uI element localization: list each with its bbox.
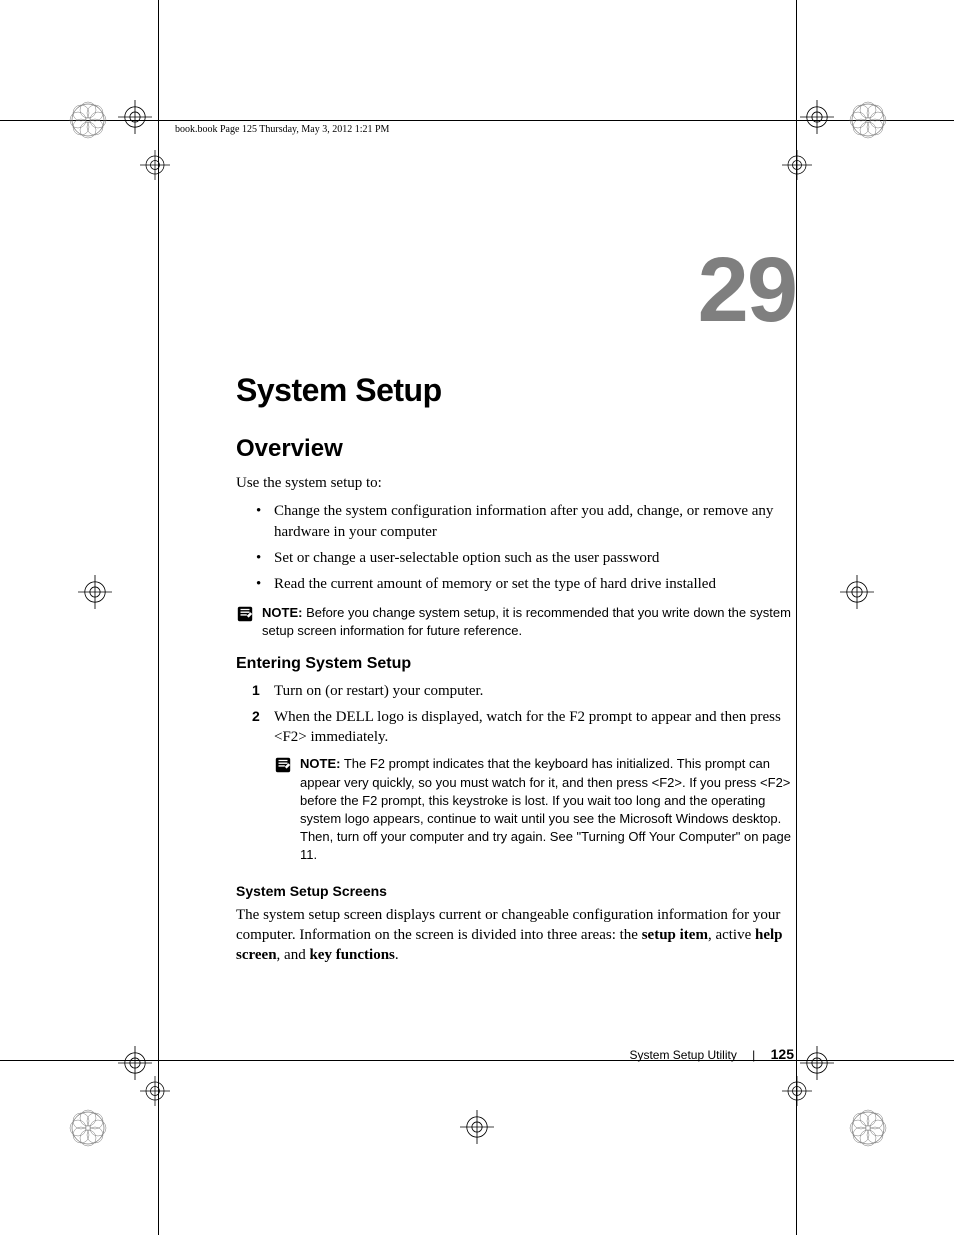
- registration-icon: [118, 100, 152, 134]
- registration-icon: [800, 100, 834, 134]
- rosette-icon: [848, 100, 888, 140]
- registration-icon: [840, 575, 874, 609]
- page-content: 29 System Setup Overview Use the system …: [236, 244, 796, 973]
- screens-paragraph: The system setup screen displays current…: [236, 905, 796, 966]
- note-label: NOTE:: [262, 605, 302, 620]
- subheading-screens: System Setup Screens: [236, 883, 796, 899]
- rosette-icon: [848, 1108, 888, 1148]
- chapter-number: 29: [236, 244, 796, 336]
- chapter-title: System Setup: [236, 372, 796, 409]
- step-item: Turn on (or restart) your computer.: [274, 681, 796, 701]
- note-icon: [274, 756, 292, 774]
- section-overview: Overview: [236, 435, 796, 463]
- crop-line-left: [158, 0, 159, 1235]
- registration-icon: [78, 575, 112, 609]
- rosette-icon: [68, 1108, 108, 1148]
- registration-icon: [118, 1046, 152, 1080]
- rosette-icon: [68, 100, 108, 140]
- overview-intro: Use the system setup to:: [236, 473, 796, 493]
- note-body: Before you change system setup, it is re…: [262, 605, 791, 638]
- page-footer: System Setup Utility | 125: [629, 1046, 794, 1062]
- running-header: book.book Page 125 Thursday, May 3, 2012…: [175, 124, 389, 135]
- list-item: Set or change a user-selectable option s…: [274, 548, 796, 568]
- note-icon: [236, 605, 254, 623]
- text-run: , active: [708, 927, 755, 943]
- note-label: NOTE:: [300, 756, 340, 771]
- registration-icon: [140, 1076, 170, 1106]
- note-body: The F2 prompt indicates that the keyboar…: [300, 756, 791, 862]
- text-run: , and: [277, 947, 310, 963]
- registration-icon: [800, 1046, 834, 1080]
- registration-icon: [782, 150, 812, 180]
- overview-list: Change the system configuration informat…: [236, 501, 796, 594]
- bold-term: key functions: [309, 947, 394, 963]
- note-block: NOTE: The F2 prompt indicates that the k…: [274, 755, 796, 864]
- registration-icon: [460, 1110, 494, 1144]
- crop-line-right: [796, 0, 797, 1235]
- bold-term: setup item: [642, 927, 708, 943]
- subheading-entering: Entering System Setup: [236, 655, 796, 673]
- registration-icon: [140, 150, 170, 180]
- note-text: NOTE: Before you change system setup, it…: [262, 604, 796, 640]
- text-run: .: [395, 947, 399, 963]
- footer-separator: |: [752, 1048, 755, 1062]
- page-number: 125: [771, 1046, 794, 1062]
- step-item: When the DELL logo is displayed, watch f…: [274, 707, 796, 748]
- steps-list: Turn on (or restart) your computer. When…: [236, 681, 796, 748]
- note-text: NOTE: The F2 prompt indicates that the k…: [300, 755, 796, 864]
- note-block: NOTE: Before you change system setup, it…: [236, 604, 796, 640]
- registration-icon: [782, 1076, 812, 1106]
- list-item: Read the current amount of memory or set…: [274, 574, 796, 594]
- footer-section: System Setup Utility: [629, 1048, 736, 1062]
- list-item: Change the system configuration informat…: [274, 501, 796, 542]
